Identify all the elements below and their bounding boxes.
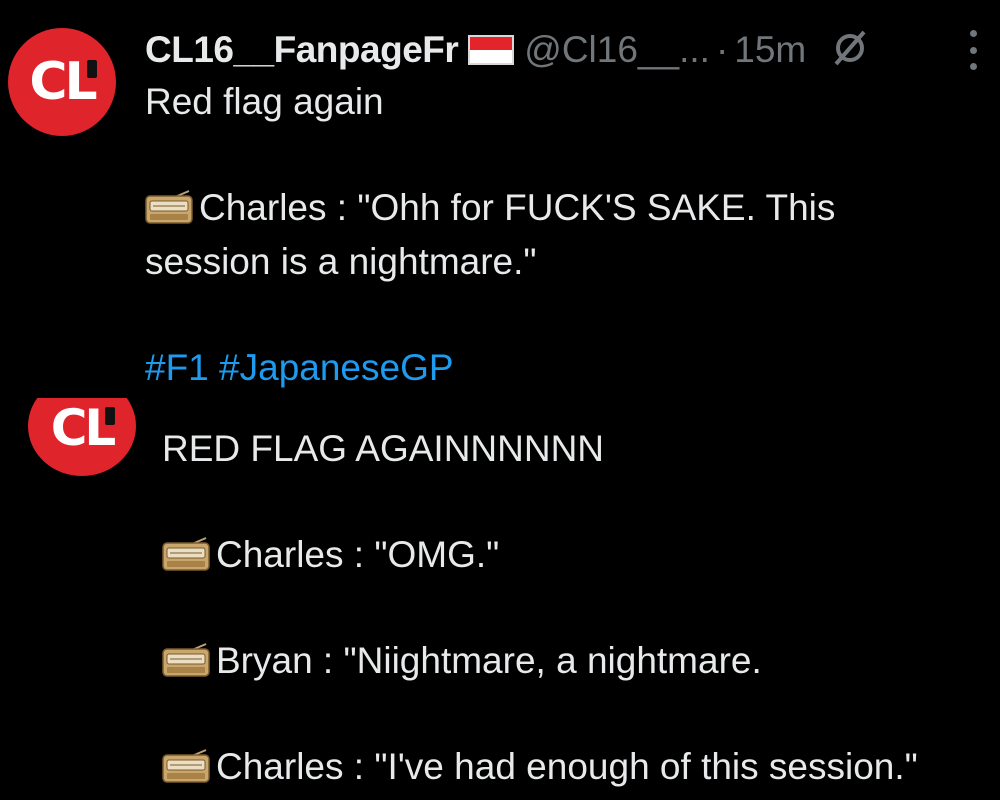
avatar[interactable]: CL (28, 398, 136, 476)
more-vertical-icon[interactable] (964, 30, 982, 70)
user-handle[interactable]: @Cl16__... (524, 29, 710, 71)
tweet-line: Red flag again (145, 81, 384, 122)
radio-icon (145, 185, 193, 224)
radio-icon (162, 638, 210, 677)
avatar-logo: CL (50, 399, 117, 457)
avatar[interactable]: CL (8, 28, 116, 136)
tweet-line: Charles : "OMG." (162, 528, 982, 582)
timestamp[interactable]: 15m (734, 29, 806, 71)
grok-icon[interactable] (828, 28, 872, 72)
tweet-line: RED FLAG AGAINNNNNN (162, 428, 605, 469)
display-name[interactable]: CL16__FanpageFr (145, 29, 459, 71)
radio-icon (162, 744, 210, 783)
separator: · (715, 29, 729, 70)
tweet-2[interactable]: CL RED FLAG AGAINNNNNN Charles : "OMG." (0, 398, 1000, 800)
tweet-line: Bryan : "Niightmare, a nightmare. (162, 634, 982, 688)
tweet-1[interactable]: CL CL16__FanpageFr @Cl16__... · 15m Red … (0, 0, 1000, 398)
hashtags[interactable]: #F1 #JapaneseGP (145, 341, 965, 395)
avatar-logo: CL (29, 52, 97, 112)
radio-icon (162, 532, 210, 571)
tweet-text: Red flag again Charles : "Ohh for FUCK'S… (145, 75, 965, 395)
tweet-header: CL16__FanpageFr @Cl16__... · 15m (145, 22, 872, 78)
tweet-line: Charles : "Ohh for FUCK'S SAKE. This ses… (145, 185, 836, 282)
tweet-line: Charles : "I've had enough of this sessi… (162, 740, 982, 794)
indonesia-flag-icon (468, 35, 515, 65)
tweet-text: RED FLAG AGAINNNNNN Charles : "OMG." Bry… (162, 422, 982, 794)
